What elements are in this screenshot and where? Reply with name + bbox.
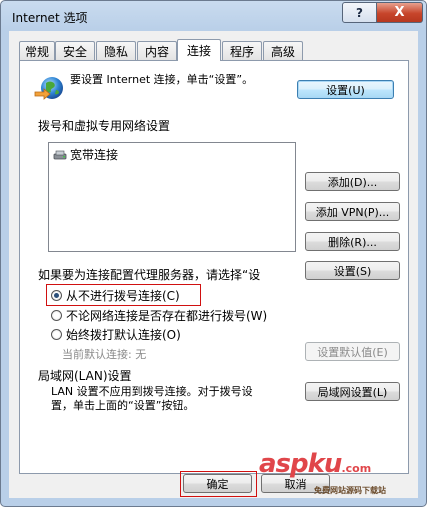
tab-connections[interactable]: 连接 [177,39,221,61]
tab-security[interactable]: 安全 [55,41,95,60]
connections-listbox[interactable]: 宽带连接 [48,142,296,252]
tab-advanced[interactable]: 高级 [263,41,303,60]
set-default-button[interactable]: 设置默认值(E) [305,342,400,361]
lan-description: LAN 设置不应用到拨号连接。对于拨号设 置，单击上面的“设置”按钮。 [51,385,253,413]
ok-button[interactable]: 确定 [183,474,252,493]
window-title: Internet 选项 [12,11,88,25]
current-default-connection: 当前默认连接: 无 [62,348,147,361]
lan-settings-button[interactable]: 局域网设置(L) [305,382,400,401]
watermark-logo: aspku [259,449,342,479]
close-button[interactable]: X [376,2,423,23]
aspku-watermark: aspku.com 免费网站源码下载站 [259,449,386,495]
tab-content[interactable]: 内容 [137,41,177,60]
radio-label: 始终拨打默认连接(O) [66,327,181,342]
connections-panel: 要设置 Internet 连接，单击“设置”。 设置(U) 拨号和虚拟专用网络设… [19,60,409,474]
radio-never-dial[interactable]: 从不进行拨号连接(C) [51,287,180,303]
title-bar[interactable]: Internet 选项 ? X [1,1,426,31]
radio-label: 不论网络连接是否存在都进行拨号(W) [66,308,268,323]
tab-programs[interactable]: 程序 [222,41,262,60]
broadband-connection-icon [53,149,67,161]
lan-description-line-2: 置，单击上面的“设置”按钮。 [51,399,195,412]
tab-privacy[interactable]: 隐私 [96,41,136,60]
radio-always-dial-default[interactable]: 始终拨打默认连接(O) [51,326,181,342]
setup-instruction-text: 要设置 Internet 连接，单击“设置”。 [70,73,254,86]
add-button[interactable]: 添加(D)... [305,172,400,191]
watermark-tld: .com [341,462,372,475]
radio-button[interactable] [51,289,62,301]
help-button[interactable]: ? [342,2,377,23]
tab-general[interactable]: 常规 [19,41,55,60]
lan-description-line-1: LAN 设置不应用到拨号连接。对于拨号设 [51,385,253,398]
internet-options-window: Internet 选项 ? X 常规 安全 隐私 内容 连接 程序 高级 要设置… [0,0,427,507]
list-item[interactable]: 宽带连接 [53,146,118,163]
dialup-vpn-heading: 拨号和虚拟专用网络设置 [38,119,171,133]
lan-settings-heading: 局域网(LAN)设置 [38,369,132,383]
radio-button[interactable] [51,309,62,321]
settings-button[interactable]: 设置(S) [305,261,400,280]
remove-button[interactable]: 删除(R)... [305,232,400,251]
radio-button[interactable] [51,328,62,340]
list-item-label: 宽带连接 [70,148,119,162]
setup-button[interactable]: 设置(U) [297,80,394,99]
radio-label: 从不进行拨号连接(C) [66,288,180,303]
add-vpn-button[interactable]: 添加 VPN(P)... [305,202,400,221]
radio-dial-whenever[interactable]: 不论网络连接是否存在都进行拨号(W) [51,307,267,323]
internet-globe-icon [34,75,64,103]
watermark-tagline: 免费网站源码下载站 [314,486,386,495]
proxy-instruction-text: 如果要为连接配置代理服务器，请选择“设 [38,268,261,282]
dialog-client-area: 常规 安全 隐私 内容 连接 程序 高级 要设置 Internet 连接，单击“… [9,31,418,498]
